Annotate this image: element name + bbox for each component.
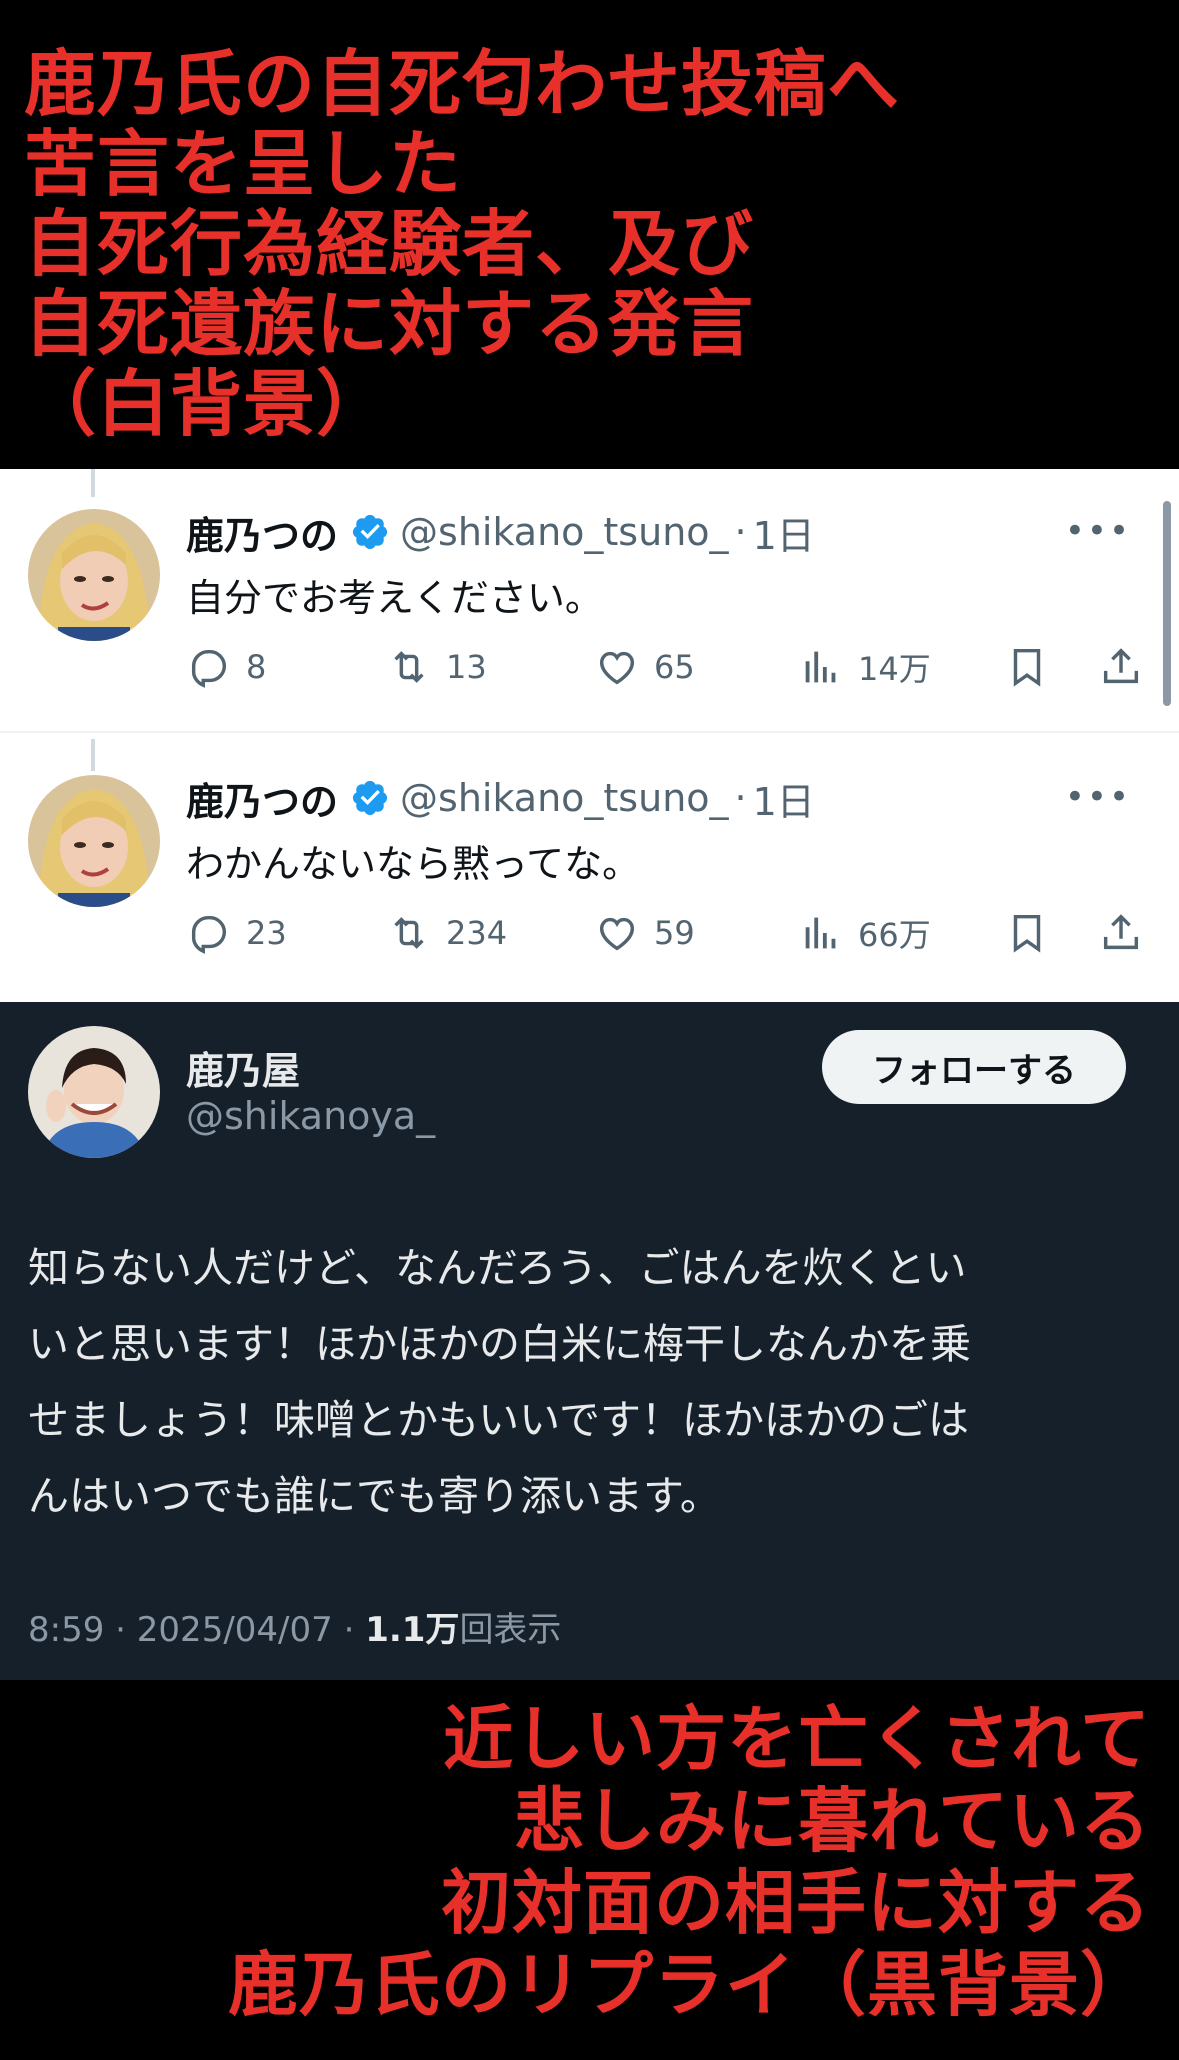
more-icon[interactable]: ••• [1065, 777, 1131, 817]
retweet-button[interactable]: 13 [386, 639, 487, 695]
retweet-count: 13 [446, 648, 487, 686]
like-button[interactable]: 59 [594, 905, 695, 961]
top-caption-line: 自死行為経験者、及び [24, 201, 755, 286]
view-count: 14万 [858, 650, 931, 688]
bookmark-icon [1013, 914, 1041, 953]
handle[interactable]: @shikano_tsuno_ [400, 776, 729, 820]
dark-tweet[interactable]: 鹿乃屋 @shikanoya_ フォローする 知らない人だけど、なんだろう、ごは… [0, 1002, 1179, 1680]
follow-button[interactable]: フォローする [822, 1030, 1126, 1104]
tweet[interactable]: 鹿乃つの @shikano_tsuno_ · 1日 ••• わかんないなら黙って… [0, 735, 1179, 999]
views-button[interactable]: 14万 [798, 639, 931, 695]
like-count: 59 [654, 914, 695, 952]
separator-dot: · [343, 1610, 355, 1650]
tweet[interactable]: 鹿乃つの @shikano_tsuno_ · 1日 ••• 自分でお考えください… [0, 469, 1179, 733]
handle[interactable]: @shikano_tsuno_ [400, 510, 729, 554]
bottom-caption: 近しい方を亡くされて 悲しみに暮れている 初対面の相手に対する 鹿乃氏のリプライ… [0, 1680, 1179, 2060]
tweet-text-line: んはいつでも誰にでも寄り添います。 [28, 1472, 721, 1520]
display-name[interactable]: 鹿乃つの [186, 771, 338, 826]
separator-dot: · [734, 510, 747, 554]
bottom-caption-line: 鹿乃氏のリプライ（黒背景） [228, 1943, 1151, 2026]
tweet-text: 自分でお考えください。 [186, 576, 603, 620]
tweet-meta: 8:59 · 2025/04/07 · 1.1万回表示 [28, 1602, 561, 1651]
views-icon [805, 651, 836, 683]
light-tweets-panel: 鹿乃つの @shikano_tsuno_ · 1日 ••• 自分でお考えください… [0, 469, 1179, 1002]
bookmark-button[interactable] [1004, 905, 1064, 961]
reply-icon [191, 915, 227, 954]
more-icon[interactable]: ••• [1065, 511, 1131, 551]
bottom-caption-line: 近しい方を亡くされて [443, 1697, 1151, 1780]
separator-dot: · [115, 1610, 126, 1650]
views-button[interactable]: 66万 [798, 905, 931, 961]
reply-button[interactable]: 8 [186, 639, 266, 695]
tweet-text-line: いと思います！ほかほかの白米に梅干しなんかを乗 [28, 1320, 971, 1368]
tweet-text-line: 知らない人だけど、なんだろう、ごはんを炊くとい [28, 1244, 967, 1292]
top-caption-line: 自死遺族に対する発言 [24, 281, 755, 366]
tweet-text: 知らない人だけど、なんだろう、ごはんを炊くとい いと思います！ほかほかの白米に梅… [28, 1230, 1148, 1534]
tweet-actions: 8 13 65 14万 [186, 639, 1146, 695]
bookmark-button[interactable] [1004, 639, 1064, 695]
retweet-icon [394, 917, 424, 949]
top-caption-line: （白背景） [24, 361, 390, 446]
views-value: 1.1万 [365, 1610, 460, 1650]
tweet-text-line: せましょう！味噌とかもいいです！ほかほかのごは [28, 1396, 969, 1444]
top-caption-line: 鹿乃氏の自死匂わせ投稿へ [24, 41, 901, 126]
share-button[interactable] [1098, 639, 1158, 695]
timestamp[interactable]: 1日 [753, 505, 815, 560]
tweet-date[interactable]: 2025/04/07 [137, 1610, 333, 1650]
tweet-text: わかんないなら黙ってな。 [186, 842, 641, 886]
retweet-button[interactable]: 234 [386, 905, 507, 961]
share-button[interactable] [1098, 905, 1158, 961]
handle[interactable]: @shikanoya_ [186, 1094, 435, 1138]
avatar[interactable] [28, 1026, 160, 1158]
tweet-header: 鹿乃つの @shikano_tsuno_ · 1日 [186, 505, 815, 560]
top-caption-line: 苦言を呈した [24, 121, 463, 206]
scrollbar[interactable] [1163, 501, 1171, 706]
bookmark-icon [1013, 648, 1041, 687]
bottom-caption-line: 初対面の相手に対する [441, 1861, 1151, 1944]
avatar[interactable] [28, 775, 160, 907]
retweet-icon [394, 651, 424, 683]
bottom-caption-line: 悲しみに暮れている [514, 1779, 1151, 1862]
share-icon [1103, 648, 1139, 684]
like-icon [599, 917, 635, 951]
tweet-header: 鹿乃つの @shikano_tsuno_ · 1日 [186, 771, 815, 826]
views-icon [805, 917, 836, 949]
verified-icon [352, 514, 388, 550]
tweet-actions: 23 234 59 66万 [186, 905, 1146, 961]
like-button[interactable]: 65 [594, 639, 695, 695]
verified-icon [352, 780, 388, 816]
reply-count: 23 [246, 914, 287, 952]
views-suffix: 回表示 [459, 1610, 562, 1650]
timestamp[interactable]: 1日 [753, 771, 815, 826]
like-count: 65 [654, 648, 695, 686]
reply-count: 8 [246, 648, 267, 686]
display-name[interactable]: 鹿乃屋 [186, 1040, 300, 1095]
retweet-count: 234 [446, 914, 508, 952]
display-name[interactable]: 鹿乃つの [186, 505, 338, 560]
share-icon [1103, 914, 1139, 950]
view-count: 66万 [858, 916, 931, 954]
separator-dot: · [734, 776, 747, 820]
avatar[interactable] [28, 509, 160, 641]
tweet-time[interactable]: 8:59 [28, 1610, 104, 1650]
like-icon [599, 651, 635, 685]
reply-icon [191, 649, 227, 688]
reply-button[interactable]: 23 [186, 905, 287, 961]
top-caption: 鹿乃氏の自死匂わせ投稿へ 苦言を呈した 自死行為経験者、及び 自死遺族に対する発… [0, 0, 1179, 469]
